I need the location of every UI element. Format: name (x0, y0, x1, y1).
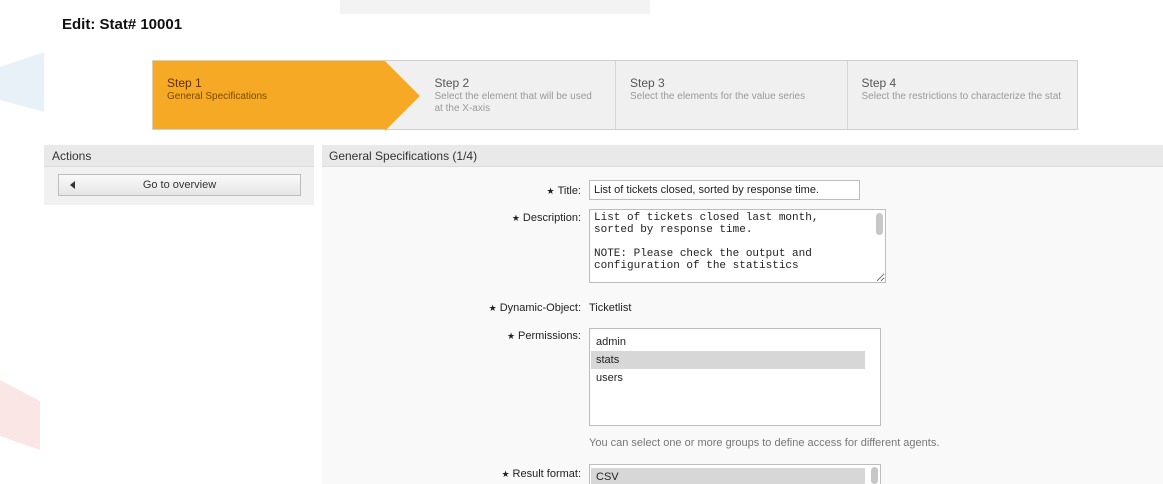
arrow-left-icon (70, 181, 75, 189)
permission-option-admin[interactable]: admin (591, 333, 865, 351)
overview-button-label: Go to overview (142, 179, 217, 191)
description-label: ★ Description: (511, 212, 581, 224)
permissions-label: ★ Permissions: (506, 330, 581, 342)
step-title: Step 4 (861, 76, 897, 90)
step-title: Step 2 (434, 76, 470, 90)
background-decoration (0, 380, 40, 450)
title-label: ★ Title: (546, 185, 581, 197)
step-title: Step 3 (630, 76, 665, 90)
required-star-icon: ★ (501, 469, 510, 479)
permission-option-stats[interactable]: stats (591, 351, 865, 369)
step-4[interactable]: Step 4 Select the restrictions to charac… (848, 61, 1080, 129)
required-star-icon: ★ (506, 331, 516, 341)
step-description: Select the restrictions to characterize … (861, 91, 1062, 102)
required-star-icon: ★ (546, 186, 555, 196)
required-star-icon: ★ (511, 213, 520, 223)
step-description: Select the element that will be used at … (434, 91, 592, 114)
step-description: General Specifications (167, 91, 268, 102)
permissions-hint: You can select one or more groups to def… (589, 437, 940, 449)
background-decoration (340, 0, 650, 14)
permission-option-users[interactable]: users (591, 369, 865, 387)
result-format-label: ★ Result format: (501, 468, 581, 480)
dynamic-object-label: ★ Dynamic-Object: (488, 302, 581, 314)
page-title: Edit: Stat# 10001 (62, 16, 183, 33)
scrollbar[interactable] (876, 213, 883, 235)
description-textarea[interactable]: List of tickets closed last month, sorte… (589, 209, 886, 283)
wizard-steps: Step 1 General Specifications Step 2 Sel… (152, 60, 1080, 131)
dynamic-object-value: Ticketlist (589, 302, 632, 314)
result-format-listbox[interactable]: CSV (589, 464, 881, 484)
required-star-icon: ★ (488, 303, 497, 313)
step-3[interactable]: Step 3 Select the elements for the value… (616, 61, 848, 129)
title-input[interactable] (589, 180, 860, 200)
step-description: Select the elements for the value series (630, 91, 806, 102)
sidebar-header: Actions (44, 145, 314, 167)
go-to-overview-button[interactable]: Go to overview (58, 174, 301, 196)
background-decoration (0, 52, 44, 112)
permissions-listbox[interactable]: admin stats users (589, 328, 881, 426)
result-format-option-csv[interactable]: CSV (591, 468, 865, 484)
scrollbar[interactable] (871, 467, 878, 484)
step-title: Step 1 (167, 76, 202, 90)
panel-header: General Specifications (1/4) (322, 145, 1163, 167)
general-specifications-panel: General Specifications (1/4) ★Title: ★De… (322, 145, 1163, 484)
step-1[interactable]: Step 1 General Specifications (153, 61, 419, 131)
